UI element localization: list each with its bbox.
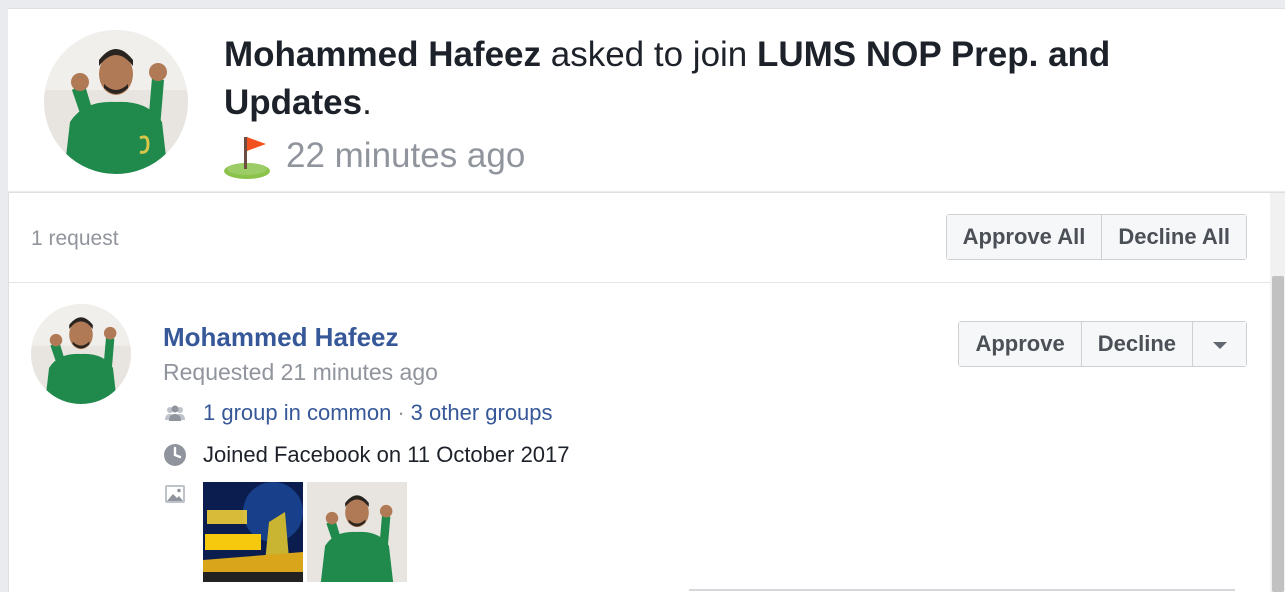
- joined-text: Joined Facebook on 11 October 2017: [203, 442, 570, 467]
- photo-thumbnail-zalmi[interactable]: [203, 482, 303, 582]
- requester-name[interactable]: Mohammed Hafeez: [163, 322, 399, 353]
- request-actions: Approve Decline: [958, 321, 1247, 367]
- period: .: [362, 83, 372, 122]
- requester-avatar[interactable]: [31, 304, 131, 404]
- action-text: asked to join: [541, 35, 757, 74]
- notification-time: 22 minutes ago: [286, 136, 526, 175]
- groups-row: 1 group in common · 3 other groups: [163, 400, 553, 426]
- groups-in-common-link[interactable]: 1 group in common: [203, 400, 391, 426]
- approve-all-button[interactable]: Approve All: [946, 215, 1102, 259]
- people-icon: [165, 405, 185, 421]
- notification-text[interactable]: Mohammed Hafeez asked to join LUMS NOP P…: [224, 31, 1244, 127]
- photo-icon: [165, 485, 185, 503]
- decline-all-button[interactable]: Decline All: [1101, 215, 1246, 259]
- photo-thumbnail-profile[interactable]: [307, 482, 407, 582]
- other-groups-link[interactable]: 3 other groups: [411, 400, 553, 426]
- bulk-actions: Approve All Decline All: [945, 214, 1247, 260]
- divider: [9, 282, 1285, 283]
- caret-down-icon: [1212, 342, 1227, 349]
- avatar-photo: [31, 304, 131, 404]
- approve-button[interactable]: Approve: [959, 322, 1081, 366]
- more-options-button[interactable]: [1192, 322, 1246, 366]
- joined-row: Joined Facebook on 11 October 2017: [163, 442, 570, 468]
- notification-timestamp: 22 minutes ago: [222, 131, 525, 181]
- actor-avatar[interactable]: [44, 30, 188, 174]
- requests-panel: 1 request Approve All Decline All Mohamm…: [8, 192, 1285, 592]
- clock-icon: [164, 444, 186, 466]
- decline-button[interactable]: Decline: [1080, 322, 1192, 366]
- separator: ·: [397, 400, 405, 425]
- avatar-photo: [44, 30, 188, 174]
- request-count: 1 request: [31, 227, 119, 250]
- scrollbar-thumb[interactable]: [1272, 276, 1284, 592]
- actor-name: Mohammed Hafeez: [224, 35, 542, 74]
- golf-flag-icon: [224, 137, 270, 179]
- requested-time: Requested 21 minutes ago: [163, 359, 438, 385]
- photos-row: [163, 482, 411, 582]
- notification-card[interactable]: Mohammed Hafeez asked to join LUMS NOP P…: [8, 8, 1285, 191]
